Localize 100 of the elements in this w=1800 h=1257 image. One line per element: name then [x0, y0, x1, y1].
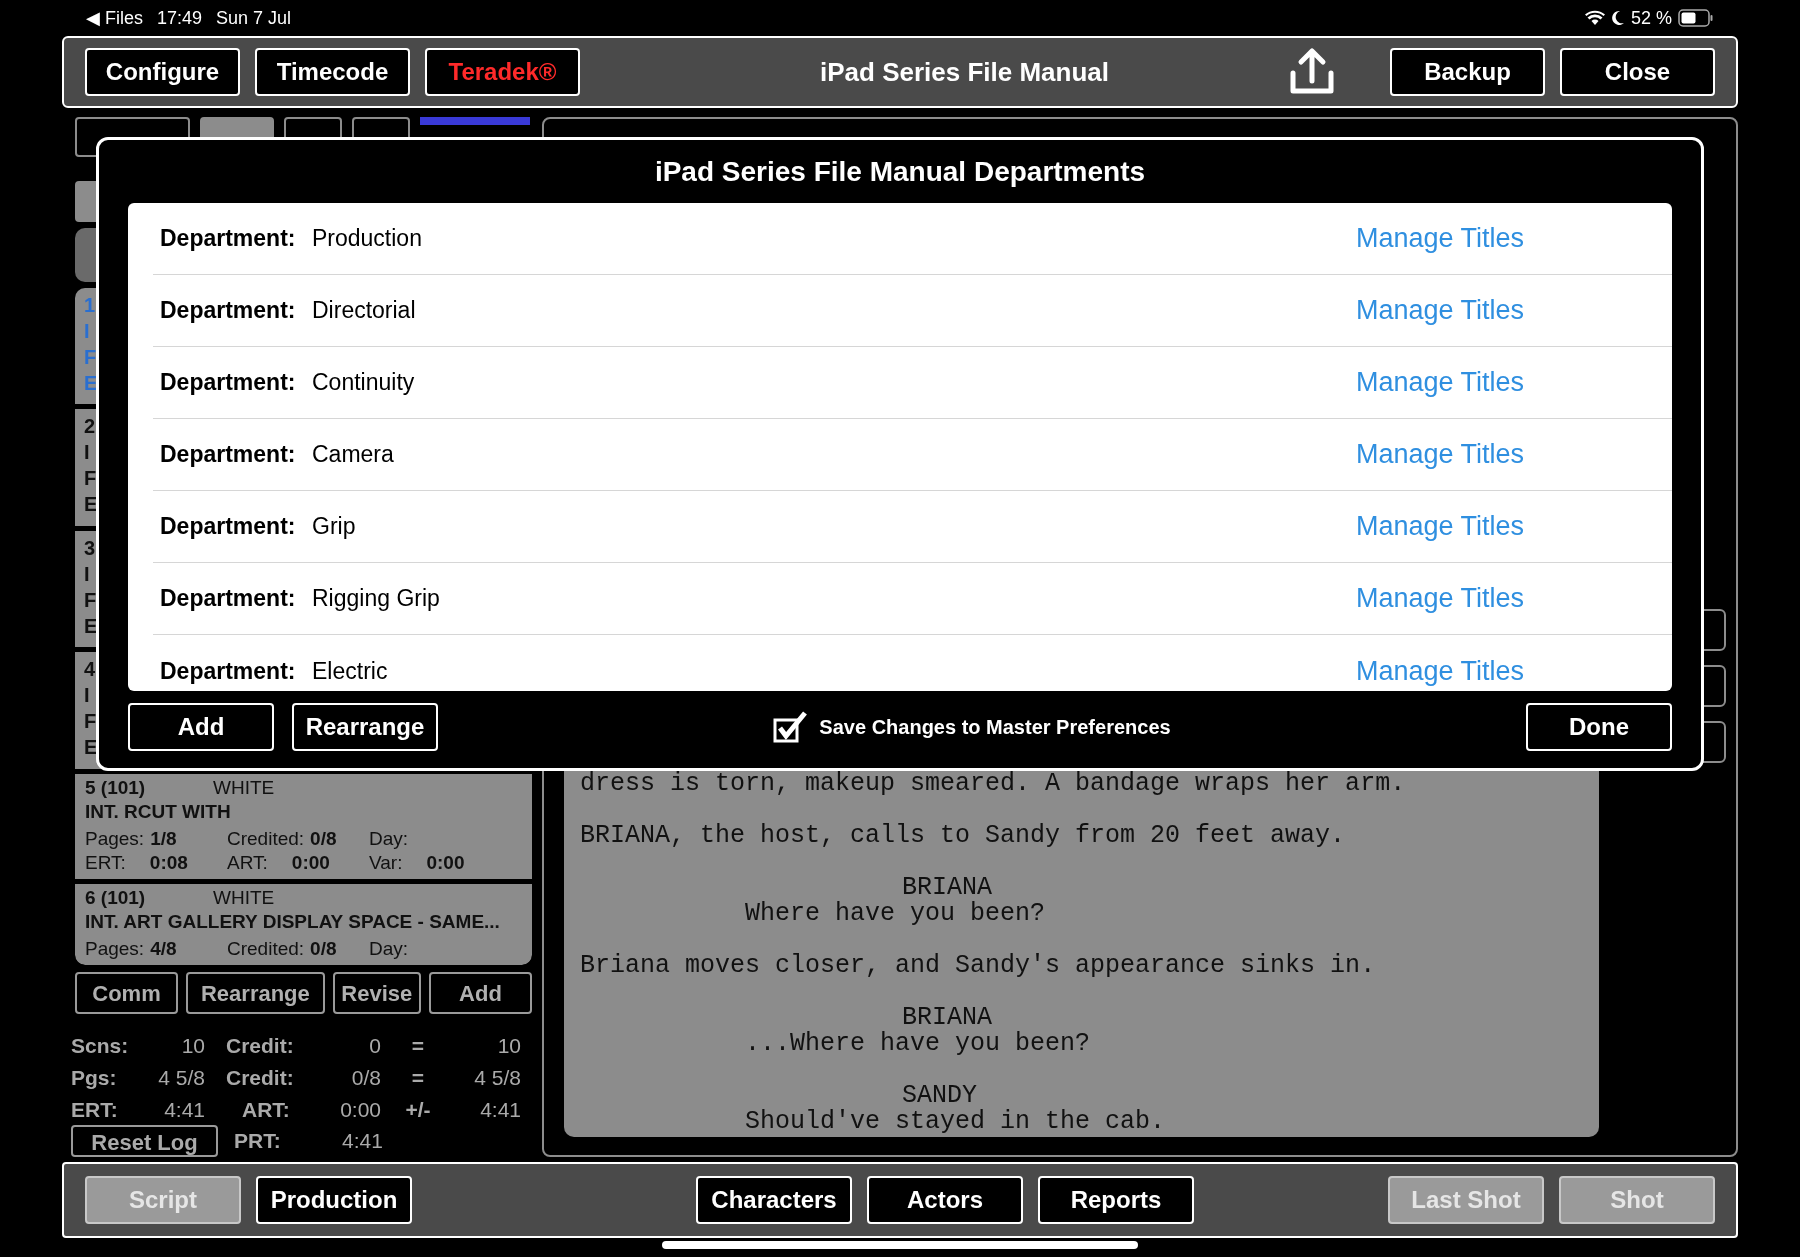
script-line: ...Where have you been?	[745, 1031, 1091, 1057]
app-title: iPad Series File Manual	[820, 55, 1109, 89]
field-label: Day:	[369, 937, 409, 961]
save-option-label: Save Changes to Master Preferences	[819, 715, 1171, 740]
scene-card[interactable]: 6 (101) WHITE INT. ART GALLERY DISPLAY SPACE - SAME... Pages: 4/8 Credited: 0/8 Day:	[75, 884, 532, 965]
stat-text: 10	[497, 1033, 521, 1059]
battery-percent: 52 %	[1630, 6, 1672, 30]
toolbar-button[interactable]: Configure	[85, 48, 240, 96]
script-line: dress is torn, makeup smeared. A bandage wraps her arm.	[580, 771, 1406, 797]
toolbar-button[interactable]: Close	[1560, 48, 1715, 96]
scene-text: 4	[84, 657, 96, 683]
scene-text: F	[84, 344, 97, 370]
stat-text: Scns:	[71, 1033, 129, 1059]
row-label: Department:	[160, 656, 297, 686]
row-label: Department:	[160, 584, 297, 614]
stat-text: =	[411, 1033, 425, 1059]
department-name: Grip	[312, 512, 357, 542]
stat-text: ART:	[242, 1097, 290, 1123]
field-label: Credited:	[227, 937, 305, 961]
field-value: 4/8	[150, 937, 177, 961]
department-name: Directorial	[312, 296, 417, 326]
stat-text: 0:00	[340, 1097, 381, 1123]
panel-button[interactable]: Revise	[332, 972, 421, 1014]
script-line: BRIANA	[902, 875, 992, 901]
stat-text: 4 5/8	[158, 1065, 205, 1091]
panel-button[interactable]: Comm	[75, 972, 179, 1014]
field-value: 0/8	[310, 937, 337, 961]
scene-text: 1	[84, 292, 96, 318]
field-label: ERT:	[85, 851, 126, 875]
panel-button[interactable]: Add	[428, 972, 532, 1014]
script-line: BRIANA	[902, 1005, 992, 1031]
field-value: 0/8	[310, 827, 337, 851]
field-label: Pages:	[85, 937, 145, 961]
stat-text: Pgs:	[71, 1065, 117, 1091]
nav-button[interactable]: Production	[256, 1176, 412, 1224]
nav-button[interactable]: Reports	[1038, 1176, 1194, 1224]
stat-text: ERT:	[71, 1097, 118, 1123]
department-name: Continuity	[312, 368, 416, 398]
scene-heading: INT. ART GALLERY DISPLAY SPACE - SAME...	[85, 910, 501, 934]
scene-text: 3	[84, 535, 96, 561]
field-label: Credited:	[227, 827, 305, 851]
stat-text: 10	[181, 1033, 205, 1059]
script-line: Briana moves closer, and Sandy's appearance sinks in.	[580, 953, 1376, 979]
script-line: BRIANA, the host, calls to Sandy from 20 feet away.	[580, 823, 1346, 849]
panel-button[interactable]: Rearrange	[186, 972, 325, 1014]
back-link[interactable]: ◀ Files	[86, 4, 143, 32]
toolbar-button[interactable]: Timecode	[255, 48, 410, 96]
script-line: SANDY	[902, 1083, 977, 1109]
done-button[interactable]: Done	[1526, 703, 1672, 751]
status-time: 17:49	[157, 6, 203, 30]
scene-text: I	[84, 683, 90, 709]
add-button[interactable]: Add	[128, 703, 274, 751]
toolbar-button[interactable]: Teradek®	[425, 48, 580, 96]
dialog-title: iPad Series File Manual Departments	[654, 154, 1146, 189]
status-date: Sun 7 Jul	[216, 6, 292, 30]
scene-number: 6 (101)	[85, 886, 147, 910]
row-label: Department:	[160, 296, 297, 326]
scene-text: I	[84, 561, 90, 587]
page-color: WHITE	[213, 776, 275, 800]
scene-number: 5 (101)	[85, 776, 147, 800]
stat-text: Credit:	[226, 1065, 294, 1091]
field-value: 0:00	[426, 851, 465, 875]
scene-card[interactable]: 5 (101) WHITE INT. RCUT WITH Pages: 1/8 Credited: 0/8 Day: ERT: 0:08 ART: 0:00 Var: 0:00	[75, 774, 532, 879]
scene-text: E	[84, 613, 98, 639]
field-value: 0:00	[291, 851, 330, 875]
stat-text: 0/8	[351, 1065, 381, 1091]
field-value: 1/8	[150, 827, 177, 851]
scene-heading: INT. RCUT WITH	[85, 800, 232, 824]
scene-text: E	[84, 492, 98, 518]
field-value: 0:08	[149, 851, 188, 875]
stat-text: 0	[369, 1033, 381, 1059]
stat-text: =	[411, 1065, 425, 1091]
stat-text: 4:41	[164, 1097, 205, 1123]
reset-log-button[interactable]: Reset Log	[71, 1125, 218, 1157]
field-label: Pages:	[85, 827, 145, 851]
stat-text: PRT:	[234, 1128, 282, 1154]
scene-text: E	[84, 370, 98, 396]
row-label: Department:	[160, 512, 297, 542]
department-name: Camera	[312, 440, 395, 470]
toolbar-button[interactable]: Backup	[1390, 48, 1545, 96]
wifi-icon	[1584, 10, 1605, 26]
nav-button[interactable]: Characters	[696, 1176, 852, 1224]
scene-text: I	[84, 318, 90, 344]
script-line: Where have you been?	[745, 901, 1046, 927]
checkbox[interactable]	[773, 711, 808, 743]
stat-text: 4 5/8	[474, 1065, 521, 1091]
department-name: Production	[312, 224, 423, 254]
row-label: Department:	[160, 368, 297, 398]
rearrange-button[interactable]: Rearrange	[292, 703, 438, 751]
nav-button[interactable]: Actors	[867, 1176, 1023, 1224]
stat-text: +/-	[405, 1097, 431, 1123]
scene-text: F	[84, 466, 97, 492]
stat-text: 4:41	[480, 1097, 521, 1123]
stat-text: 4:41	[342, 1128, 383, 1154]
department-name: Electric	[312, 656, 389, 686]
field-label: Day:	[369, 827, 409, 851]
stat-text: Credit:	[226, 1033, 294, 1059]
field-label: ART:	[227, 851, 268, 875]
page-color: WHITE	[213, 886, 275, 910]
share-icon[interactable]	[1289, 47, 1335, 97]
